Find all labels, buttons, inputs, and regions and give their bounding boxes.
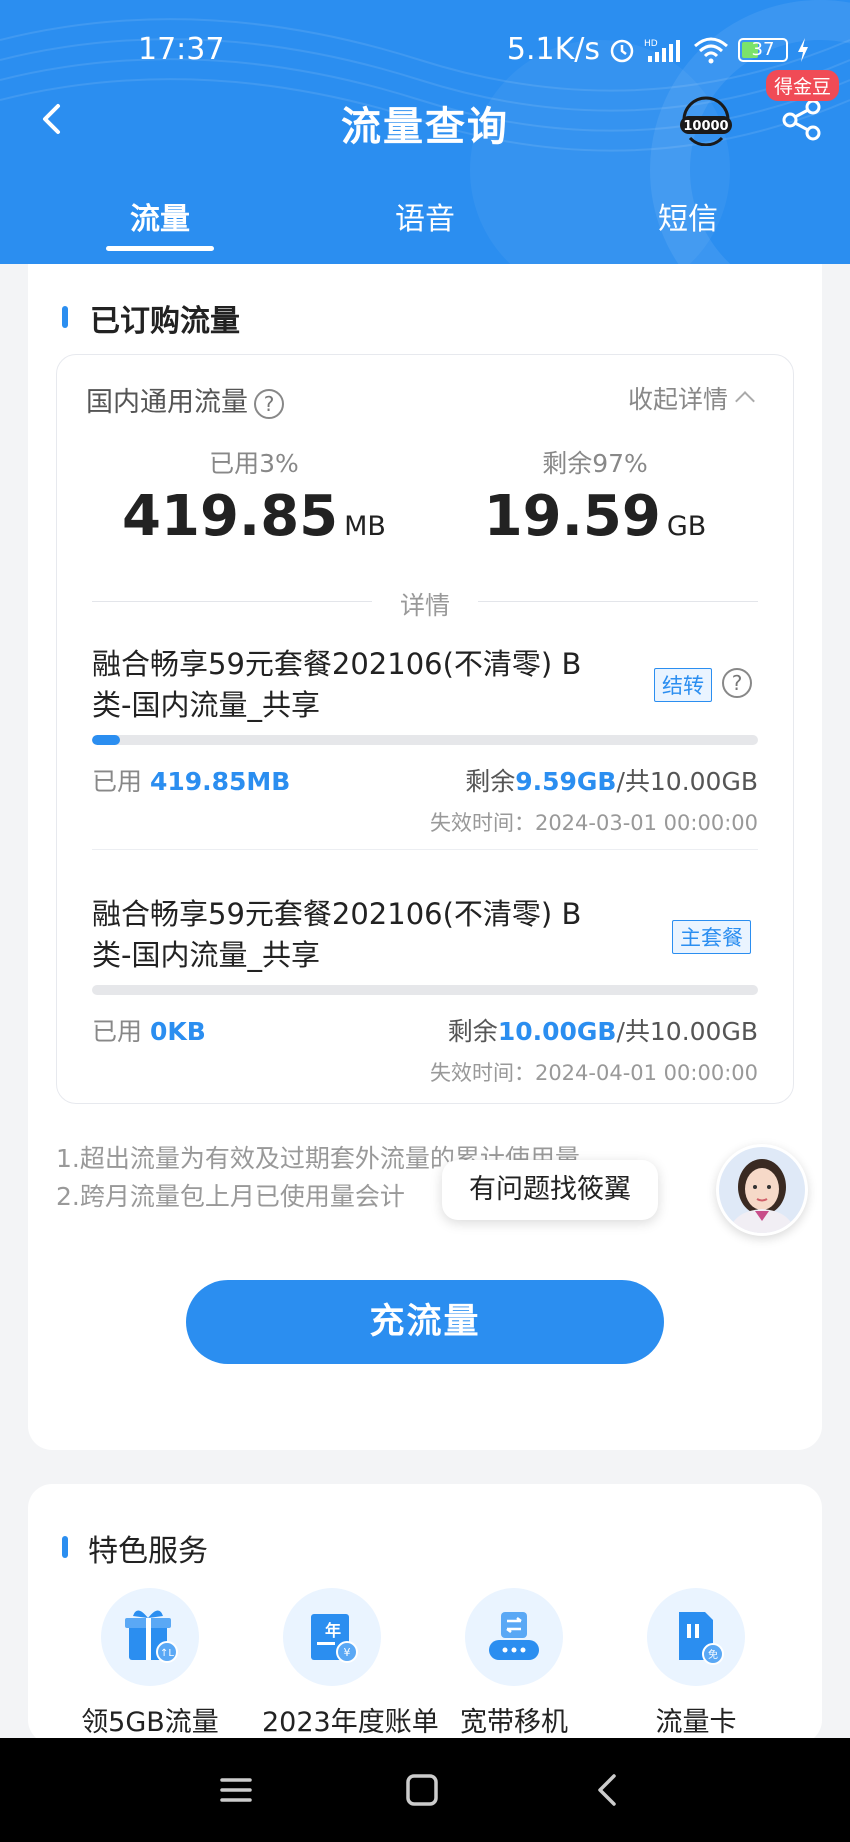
tab-sms[interactable]: 短信 [608,194,768,238]
active-tab-indicator [106,246,214,251]
svg-text:¥: ¥ [344,1646,351,1659]
alarm-icon [610,39,634,62]
back-nav-icon[interactable] [586,1768,630,1812]
package-name: 融合畅享59元套餐202106(不清零) B类-国内流量_共享 [92,897,582,972]
package-expiry: 失效时间：2024-04-01 00:00:00 [429,1061,758,1085]
carryover-tag: 结转 [654,668,712,702]
svg-text:10000: 10000 [683,119,728,134]
sim-card-icon: 免 [647,1588,745,1686]
tab-bar: 流量 语音 短信 [0,190,850,260]
feature-free-data[interactable]: ↑L 领5GB流量 [80,1588,220,1739]
svg-text:免: 免 [708,1648,718,1661]
battery-icon: 37 [738,37,788,62]
used-percent-label: 已用3% [209,449,299,478]
assistant-avatar[interactable] [716,1144,808,1236]
tab-voice[interactable]: 语音 [345,194,505,238]
feature-label: 2023年度账单 [262,1707,439,1738]
share-icon[interactable] [780,98,824,142]
feature-broadband-move[interactable]: 宽带移机 [444,1588,584,1739]
section-title: 已订购流量 [90,304,240,339]
package-used: 已用 0KB [92,1017,206,1046]
package-remaining: 剩余9.59GB/共10.00GB [465,767,758,796]
collapse-details-button[interactable]: 收起详情 [628,380,755,416]
header: 17:37 5.1K/s HD 37 流量查询 10000 得金豆 流量 语音 [0,0,850,264]
customer-service-10000-icon[interactable]: 10000 [678,94,734,146]
status-time: 17:37 [138,32,225,67]
package-help-icon[interactable]: ? [722,668,752,698]
package-progress-bar [92,985,758,995]
main-plan-tag: 主套餐 [672,920,751,954]
net-speed: 5.1K/s [506,32,600,67]
gold-bean-badge[interactable]: 得金豆 [766,70,840,101]
used-value: 419.85 MB [122,484,386,549]
svg-text:HD: HD [644,39,658,49]
broadband-move-icon [465,1588,563,1686]
feature-label: 流量卡 [655,1707,737,1738]
remaining-stat: 剩余97% 19.59 GB [445,444,745,549]
package-progress-fill [92,735,120,745]
charging-icon [798,37,808,62]
svg-text:↑L: ↑L [160,1648,174,1659]
data-type-label: 国内通用流量? [86,380,284,419]
menu-icon[interactable] [214,1768,258,1812]
annual-bill-icon: 年 ¥ [283,1588,381,1686]
wifi-icon [694,37,728,63]
assistant-avatar-icon [719,1147,805,1233]
feature-data-card[interactable]: 免 流量卡 [626,1588,766,1739]
feature-label: 领5GB流量 [81,1707,219,1738]
package-progress-bar [92,735,758,745]
section-accent-bar [62,1536,68,1558]
help-icon[interactable]: ? [254,388,284,419]
feature-label: 宽带移机 [460,1707,568,1738]
package-remaining: 剩余10.00GB/共10.00GB [447,1017,758,1046]
remaining-percent-label: 剩余97% [542,449,648,478]
section-accent-bar [62,306,68,328]
system-navigation-bar [0,1738,850,1842]
featured-services-title: 特色服务 [88,1534,208,1569]
feature-annual-bill[interactable]: 年 ¥ 2023年度账单 [262,1588,439,1739]
details-divider-label: 详情 [399,591,450,620]
status-bar: 17:37 5.1K/s HD 37 [0,28,850,68]
used-stat: 已用3% 419.85 MB [104,444,404,549]
data-type-text: 国内通用流量 [86,387,248,418]
tab-data[interactable]: 流量 [80,194,240,238]
package-name: 融合畅享59元套餐202106(不清零) B类-国内流量_共享 [92,647,582,722]
home-icon[interactable] [400,1768,444,1812]
signal-icon: HD [644,39,680,62]
status-icons: 5.1K/s HD 37 [507,32,810,67]
package-separator [92,849,758,850]
nav-bar: 流量查询 10000 [0,88,850,152]
chevron-up-icon [735,391,755,411]
collapse-label: 收起详情 [628,385,729,414]
helper-bubble[interactable]: 有问题找筱翼 [442,1160,658,1220]
package-expiry: 失效时间：2024-03-01 00:00:00 [429,811,758,835]
gift-icon: ↑L [101,1588,199,1686]
remaining-value: 19.59 GB [483,484,707,549]
svg-text:年: 年 [325,1621,341,1640]
recharge-data-button[interactable]: 充流量 [186,1280,664,1364]
package-used: 已用 419.85MB [92,767,291,796]
